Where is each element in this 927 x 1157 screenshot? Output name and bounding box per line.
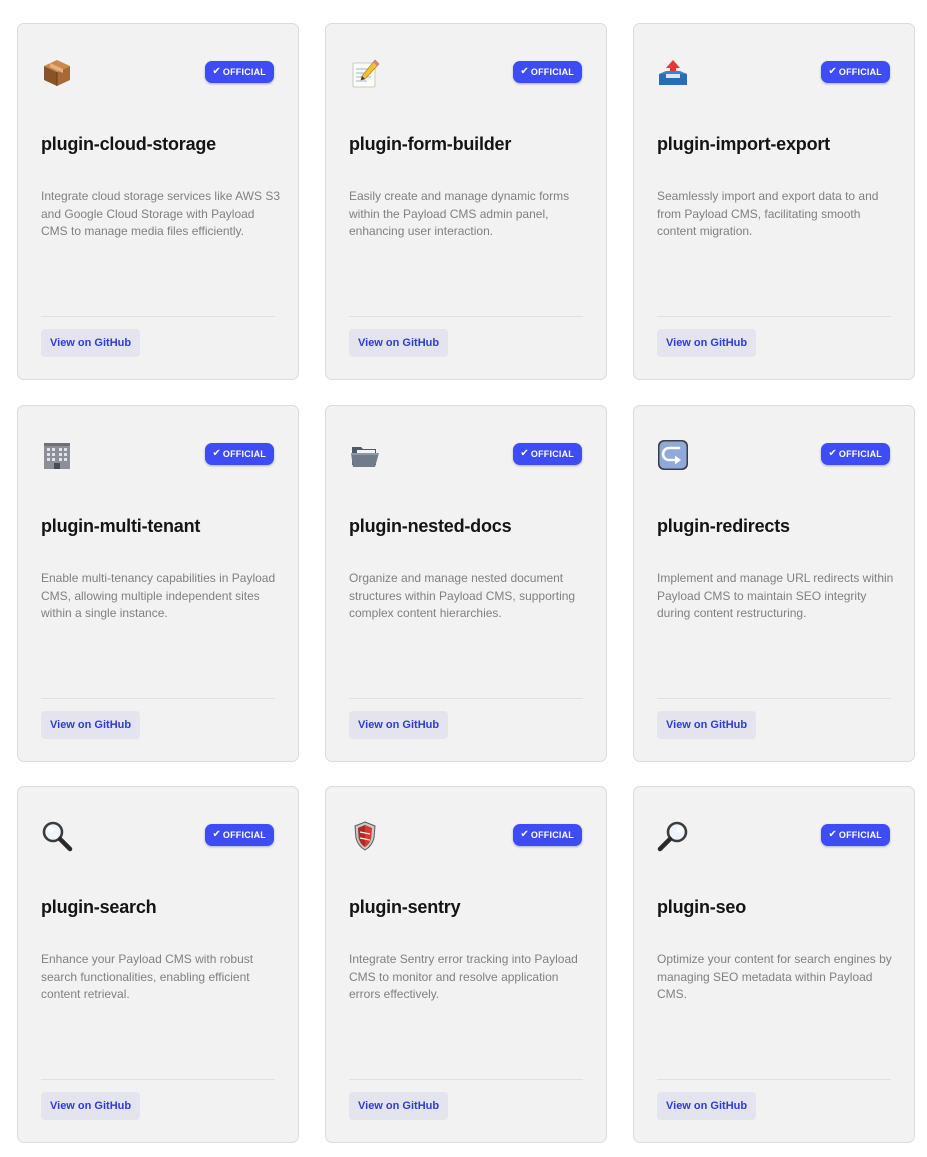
divider	[41, 698, 275, 699]
plugin-card: ✔ OFFICIAL plugin-seo Optimize your cont…	[633, 786, 915, 1143]
check-icon: ✔	[520, 829, 529, 840]
plugin-title: plugin-redirects	[657, 516, 790, 536]
view-on-github-button[interactable]: View on GitHub	[657, 329, 757, 357]
official-badge: ✔ OFFICIAL	[205, 61, 274, 83]
plugin-title: plugin-form-builder	[349, 134, 512, 154]
divider	[657, 316, 891, 317]
view-on-github-button[interactable]: View on GitHub	[349, 329, 449, 357]
plugin-card: ✔ OFFICIAL plugin-form-builder Easily cr…	[325, 23, 607, 380]
official-badge: ✔ OFFICIAL	[205, 824, 274, 846]
badge-label: OFFICIAL	[222, 67, 266, 77]
check-icon: ✔	[828, 829, 837, 840]
outbox-tray-icon	[657, 57, 689, 89]
badge-label: OFFICIAL	[838, 449, 882, 459]
check-icon: ✔	[212, 66, 221, 77]
plugin-grid: ✔ OFFICIAL plugin-cloud-storage Integrat…	[0, 0, 927, 1157]
plugin-description: Organize and manage nested document stru…	[349, 571, 576, 620]
plugin-title: plugin-search	[41, 897, 157, 917]
plugin-card: ✔ OFFICIAL plugin-sentry Integrate Sentr…	[325, 786, 607, 1143]
plugin-title: plugin-multi-tenant	[41, 516, 201, 536]
badge-label: OFFICIAL	[222, 449, 266, 459]
divider	[349, 698, 583, 699]
badge-label: OFFICIAL	[222, 830, 266, 840]
memo-icon	[349, 57, 381, 89]
divider	[41, 1079, 275, 1080]
plugin-card: ✔ OFFICIAL plugin-redirects Implement an…	[633, 405, 915, 762]
plugin-description: Integrate Sentry error tracking into Pay…	[349, 952, 578, 1001]
shield-icon	[349, 820, 381, 852]
view-on-github-button[interactable]: View on GitHub	[41, 329, 141, 357]
official-badge: ✔ OFFICIAL	[513, 61, 582, 83]
magnifier-left-icon	[41, 820, 73, 852]
badge-label: OFFICIAL	[530, 67, 574, 77]
view-on-github-button[interactable]: View on GitHub	[657, 1092, 757, 1120]
magnifier-right-icon	[657, 820, 689, 852]
badge-label: OFFICIAL	[838, 67, 882, 77]
view-on-github-button[interactable]: View on GitHub	[349, 711, 449, 739]
plugin-title: plugin-nested-docs	[349, 516, 512, 536]
plugin-card: ✔ OFFICIAL plugin-search Enhance your Pa…	[17, 786, 299, 1143]
package-icon	[41, 57, 73, 89]
badge-label: OFFICIAL	[530, 449, 574, 459]
office-building-icon	[41, 439, 73, 471]
view-on-github-button[interactable]: View on GitHub	[41, 711, 141, 739]
view-on-github-button[interactable]: View on GitHub	[657, 711, 757, 739]
view-on-github-button[interactable]: View on GitHub	[41, 1092, 141, 1120]
plugin-title: plugin-import-export	[657, 134, 830, 154]
plugin-description: Enhance your Payload CMS with robust sea…	[41, 952, 254, 1001]
plugin-card: ✔ OFFICIAL plugin-multi-tenant Enable mu…	[17, 405, 299, 762]
divider	[657, 698, 891, 699]
redirect-arrow-icon	[657, 439, 689, 471]
view-on-github-button[interactable]: View on GitHub	[349, 1092, 449, 1120]
plugin-description: Optimize your content for search engines…	[657, 952, 892, 1001]
divider	[657, 1079, 891, 1080]
official-badge: ✔ OFFICIAL	[205, 443, 274, 465]
open-folder-icon	[349, 439, 381, 471]
divider	[41, 316, 275, 317]
plugin-description: Implement and manage URL redirects withi…	[657, 571, 894, 620]
badge-label: OFFICIAL	[838, 830, 882, 840]
plugin-description: Integrate cloud storage services like AW…	[41, 189, 281, 238]
plugin-card: ✔ OFFICIAL plugin-cloud-storage Integrat…	[17, 23, 299, 380]
plugin-description: Enable multi-tenancy capabilities in Pay…	[41, 571, 276, 620]
plugin-description: Easily create and manage dynamic forms w…	[349, 189, 570, 238]
check-icon: ✔	[212, 448, 221, 459]
official-badge: ✔ OFFICIAL	[821, 61, 890, 83]
official-badge: ✔ OFFICIAL	[513, 443, 582, 465]
divider	[349, 1079, 583, 1080]
badge-label: OFFICIAL	[530, 830, 574, 840]
plugin-title: plugin-cloud-storage	[41, 134, 216, 154]
check-icon: ✔	[520, 448, 529, 459]
plugin-title: plugin-seo	[657, 897, 746, 917]
divider	[349, 316, 583, 317]
plugin-description: Seamlessly import and export data to and…	[657, 189, 879, 238]
plugin-title: plugin-sentry	[349, 897, 461, 917]
check-icon: ✔	[520, 66, 529, 77]
official-badge: ✔ OFFICIAL	[821, 824, 890, 846]
check-icon: ✔	[212, 829, 221, 840]
plugin-card: ✔ OFFICIAL plugin-nested-docs Organize a…	[325, 405, 607, 762]
official-badge: ✔ OFFICIAL	[821, 443, 890, 465]
check-icon: ✔	[828, 66, 837, 77]
check-icon: ✔	[828, 448, 837, 459]
official-badge: ✔ OFFICIAL	[513, 824, 582, 846]
plugin-card: ✔ OFFICIAL plugin-import-export Seamless…	[633, 23, 915, 380]
